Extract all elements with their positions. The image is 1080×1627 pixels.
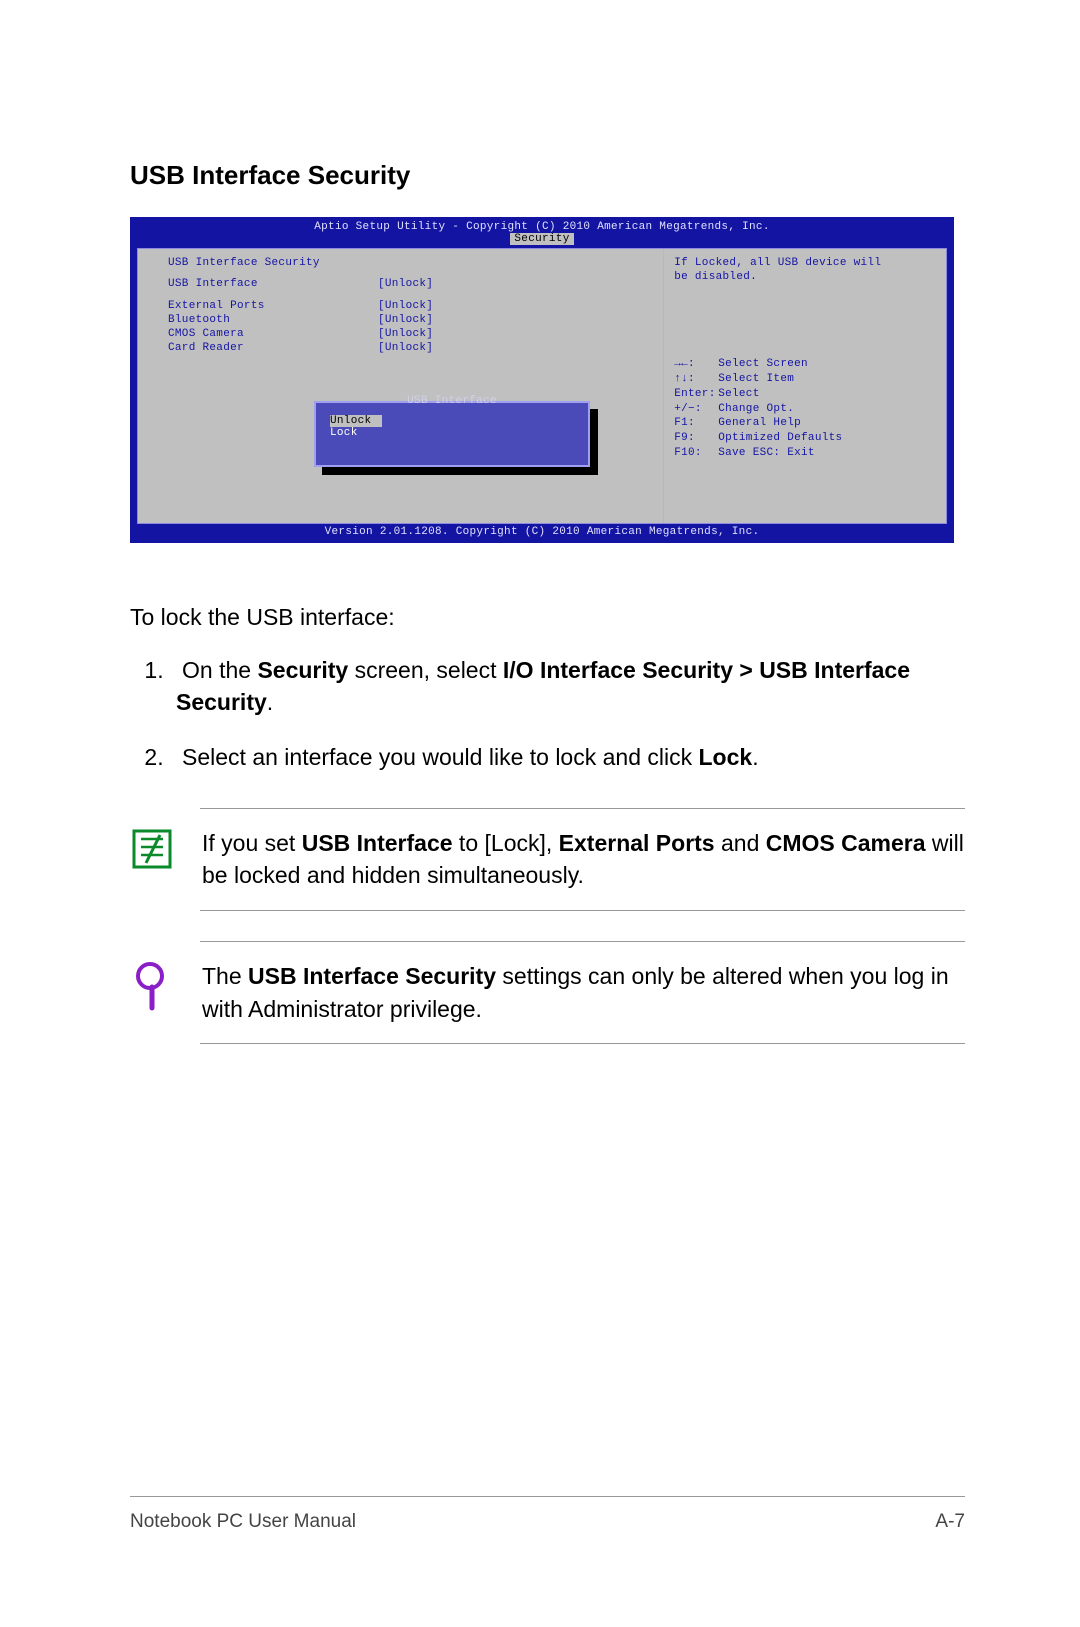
bold-text: Lock <box>699 744 753 770</box>
bios-popup-title: USB Interface <box>316 395 588 407</box>
bios-help-line: If Locked, all USB device will <box>674 257 936 271</box>
bios-key: ↑↓: <box>674 372 718 387</box>
bios-key: Enter: <box>674 387 718 402</box>
text: and <box>715 830 766 856</box>
bios-key-desc: Save ESC: Exit <box>718 446 815 461</box>
bios-main-panel: USB Interface Security USB Interface [Un… <box>138 249 663 523</box>
bold-text: Security <box>257 657 348 683</box>
bios-row-value: [Unlock] <box>378 342 433 354</box>
bios-help-keys: →←:Select Screen ↑↓:Select Item Enter:Se… <box>674 357 936 461</box>
bios-row-value: [Unlock] <box>378 328 433 340</box>
bios-section-title: USB Interface Security <box>138 249 663 277</box>
bios-row-external-ports[interactable]: External Ports [Unlock] <box>138 299 663 313</box>
bios-help-panel: If Locked, all USB device will be disabl… <box>663 249 946 523</box>
text: . <box>267 689 273 715</box>
bios-row-cmos-camera[interactable]: CMOS Camera [Unlock] <box>138 327 663 341</box>
bios-footer: Version 2.01.1208. Copyright (C) 2010 Am… <box>131 524 953 542</box>
text: screen, select <box>348 657 503 683</box>
bios-key-desc: Change Opt. <box>718 402 794 417</box>
page-footer: Notebook PC User Manual A-7 <box>130 1496 965 1533</box>
bios-row-value: [Unlock] <box>378 314 433 326</box>
step-2: Select an interface you would like to lo… <box>170 741 965 774</box>
note-info-2: The USB Interface Security settings can … <box>200 941 965 1044</box>
bios-row-label: External Ports <box>168 300 378 312</box>
bios-popup-item-lock[interactable]: Lock <box>330 427 382 439</box>
text: Select an interface you would like to lo… <box>182 744 699 770</box>
steps-list: On the Security screen, select I/O Inter… <box>130 654 965 774</box>
bios-key-desc: Select <box>718 387 759 402</box>
step-1: On the Security screen, select I/O Inter… <box>170 654 965 719</box>
bios-popup-item-unlock[interactable]: Unlock <box>330 415 382 427</box>
text: to [Lock], <box>453 830 559 856</box>
bios-key: F10: <box>674 446 718 461</box>
bios-help-line: be disabled. <box>674 271 936 285</box>
bios-key: +/−: <box>674 402 718 417</box>
note-text: The USB Interface Security settings can … <box>202 960 965 1025</box>
bios-row-label: CMOS Camera <box>168 328 378 340</box>
bios-key-desc: Select Screen <box>718 357 808 372</box>
note-icon <box>128 827 176 871</box>
bios-panel: USB Interface Security USB Interface [Un… <box>137 248 947 524</box>
bios-row-label: Card Reader <box>168 342 378 354</box>
bios-help-text: If Locked, all USB device will be disabl… <box>674 257 936 353</box>
bios-tab-bar: Security <box>131 233 953 248</box>
bold-text: USB Interface <box>302 830 453 856</box>
bios-screenshot: Aptio Setup Utility - Copyright (C) 2010… <box>130 217 954 543</box>
bios-key-desc: General Help <box>718 416 801 431</box>
bios-tab-security[interactable]: Security <box>510 233 573 245</box>
bios-row-label: USB Interface <box>168 278 378 290</box>
bios-row-bluetooth[interactable]: Bluetooth [Unlock] <box>138 313 663 327</box>
text: On the <box>182 657 257 683</box>
bold-text: External Ports <box>559 830 715 856</box>
bold-text: USB Interface Security <box>248 963 496 989</box>
bios-key: F9: <box>674 431 718 446</box>
bios-row-value: [Unlock] <box>378 278 433 290</box>
section-heading: USB Interface Security <box>130 160 965 191</box>
text: . <box>752 744 758 770</box>
magnifier-icon <box>128 960 176 1012</box>
bios-key-desc: Optimized Defaults <box>718 431 842 446</box>
bios-popup-usb-interface: USB Interface Unlock Lock <box>314 401 590 467</box>
note-text: If you set USB Interface to [Lock], Exte… <box>202 827 965 892</box>
bios-row-usb-interface[interactable]: USB Interface [Unlock] <box>138 277 663 291</box>
bold-text: CMOS Camera <box>766 830 926 856</box>
bios-row-card-reader[interactable]: Card Reader [Unlock] <box>138 341 663 355</box>
bios-key: F1: <box>674 416 718 431</box>
bios-row-label: Bluetooth <box>168 314 378 326</box>
note-info-1: If you set USB Interface to [Lock], Exte… <box>200 808 965 911</box>
bios-row-value: [Unlock] <box>378 300 433 312</box>
footer-right: A-7 <box>935 1511 965 1533</box>
footer-left: Notebook PC User Manual <box>130 1511 356 1533</box>
text: If you set <box>202 830 302 856</box>
text: The <box>202 963 248 989</box>
bios-key: →←: <box>674 357 718 372</box>
bios-title: Aptio Setup Utility - Copyright (C) 2010… <box>131 218 953 233</box>
bios-key-desc: Select Item <box>718 372 794 387</box>
intro-text: To lock the USB interface: <box>130 601 965 634</box>
